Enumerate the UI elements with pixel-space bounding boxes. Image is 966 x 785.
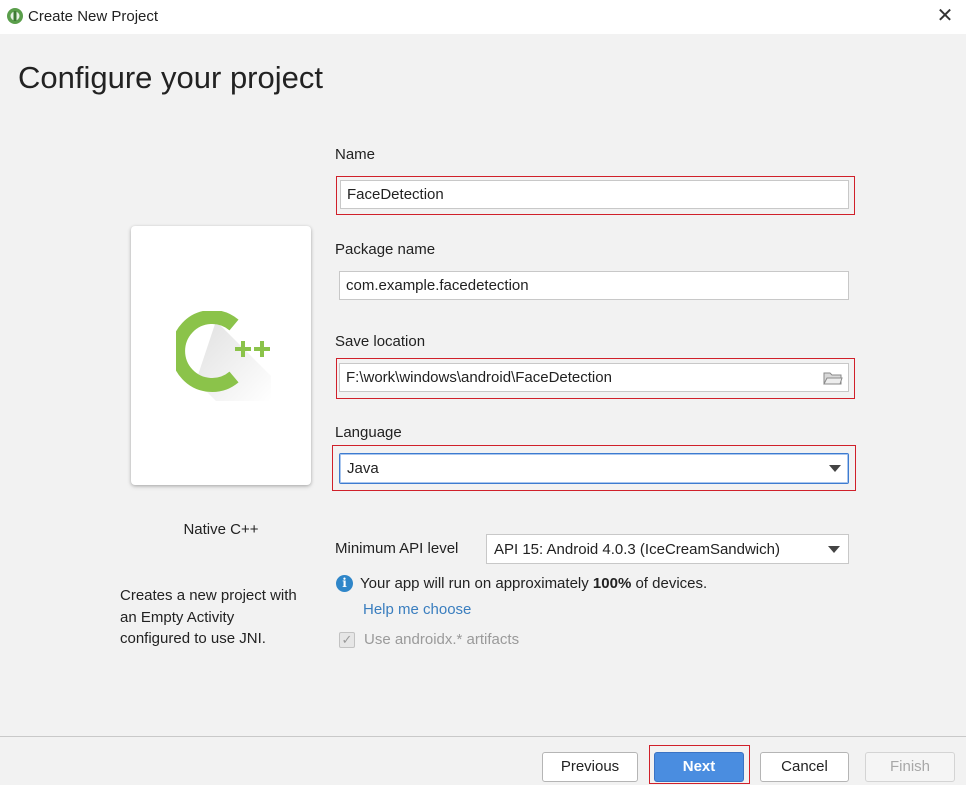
- chevron-down-icon: [828, 546, 840, 553]
- info-icon: i: [336, 575, 353, 592]
- package-name-field[interactable]: [339, 271, 849, 300]
- androidx-checkbox[interactable]: ✓: [339, 632, 355, 648]
- device-coverage-text: Your app will run on approximately 100% …: [360, 575, 707, 592]
- save-location-label: Save location: [335, 333, 426, 350]
- previous-button[interactable]: Previous: [542, 752, 638, 782]
- template-description-line: Creates a new project with: [120, 587, 297, 604]
- next-button[interactable]: Next: [654, 752, 744, 782]
- cpp-icon: [176, 311, 271, 401]
- androidx-label: Use androidx.* artifacts: [364, 631, 520, 648]
- language-value: Java: [347, 460, 379, 477]
- help-me-choose-link[interactable]: Help me choose: [363, 601, 471, 618]
- close-icon[interactable]: ✕: [932, 4, 958, 28]
- folder-icon[interactable]: [823, 370, 843, 386]
- coverage-suffix: of devices.: [631, 575, 708, 592]
- page-title: Configure your project: [18, 60, 323, 95]
- coverage-prefix: Your app will run on approximately: [360, 575, 593, 592]
- language-select[interactable]: Java: [339, 453, 849, 484]
- android-studio-icon: [7, 8, 23, 24]
- window-title: Create New Project: [28, 8, 159, 25]
- min-api-value: API 15: Android 4.0.3 (IceCreamSandwich): [494, 541, 780, 558]
- footer-divider: [0, 736, 966, 737]
- finish-button: Finish: [865, 752, 955, 782]
- template-name: Native C++: [183, 521, 259, 538]
- min-api-select[interactable]: API 15: Android 4.0.3 (IceCreamSandwich): [486, 534, 849, 564]
- chevron-down-icon: [829, 465, 841, 472]
- min-api-label: Minimum API level: [335, 540, 459, 557]
- name-label: Name: [335, 146, 376, 163]
- cancel-button[interactable]: Cancel: [760, 752, 849, 782]
- template-preview-card: [131, 226, 311, 485]
- template-description: Creates a new project with an Empty Acti…: [120, 585, 320, 650]
- name-field[interactable]: [340, 180, 849, 209]
- save-location-field[interactable]: [339, 363, 849, 392]
- package-name-label: Package name: [335, 241, 436, 258]
- template-description-line: configured to use JNI.: [120, 630, 266, 647]
- language-label: Language: [335, 424, 402, 441]
- template-description-line: an Empty Activity: [120, 608, 235, 626]
- title-bar: Create New Project ✕: [0, 0, 966, 34]
- coverage-percent: 100%: [592, 575, 632, 592]
